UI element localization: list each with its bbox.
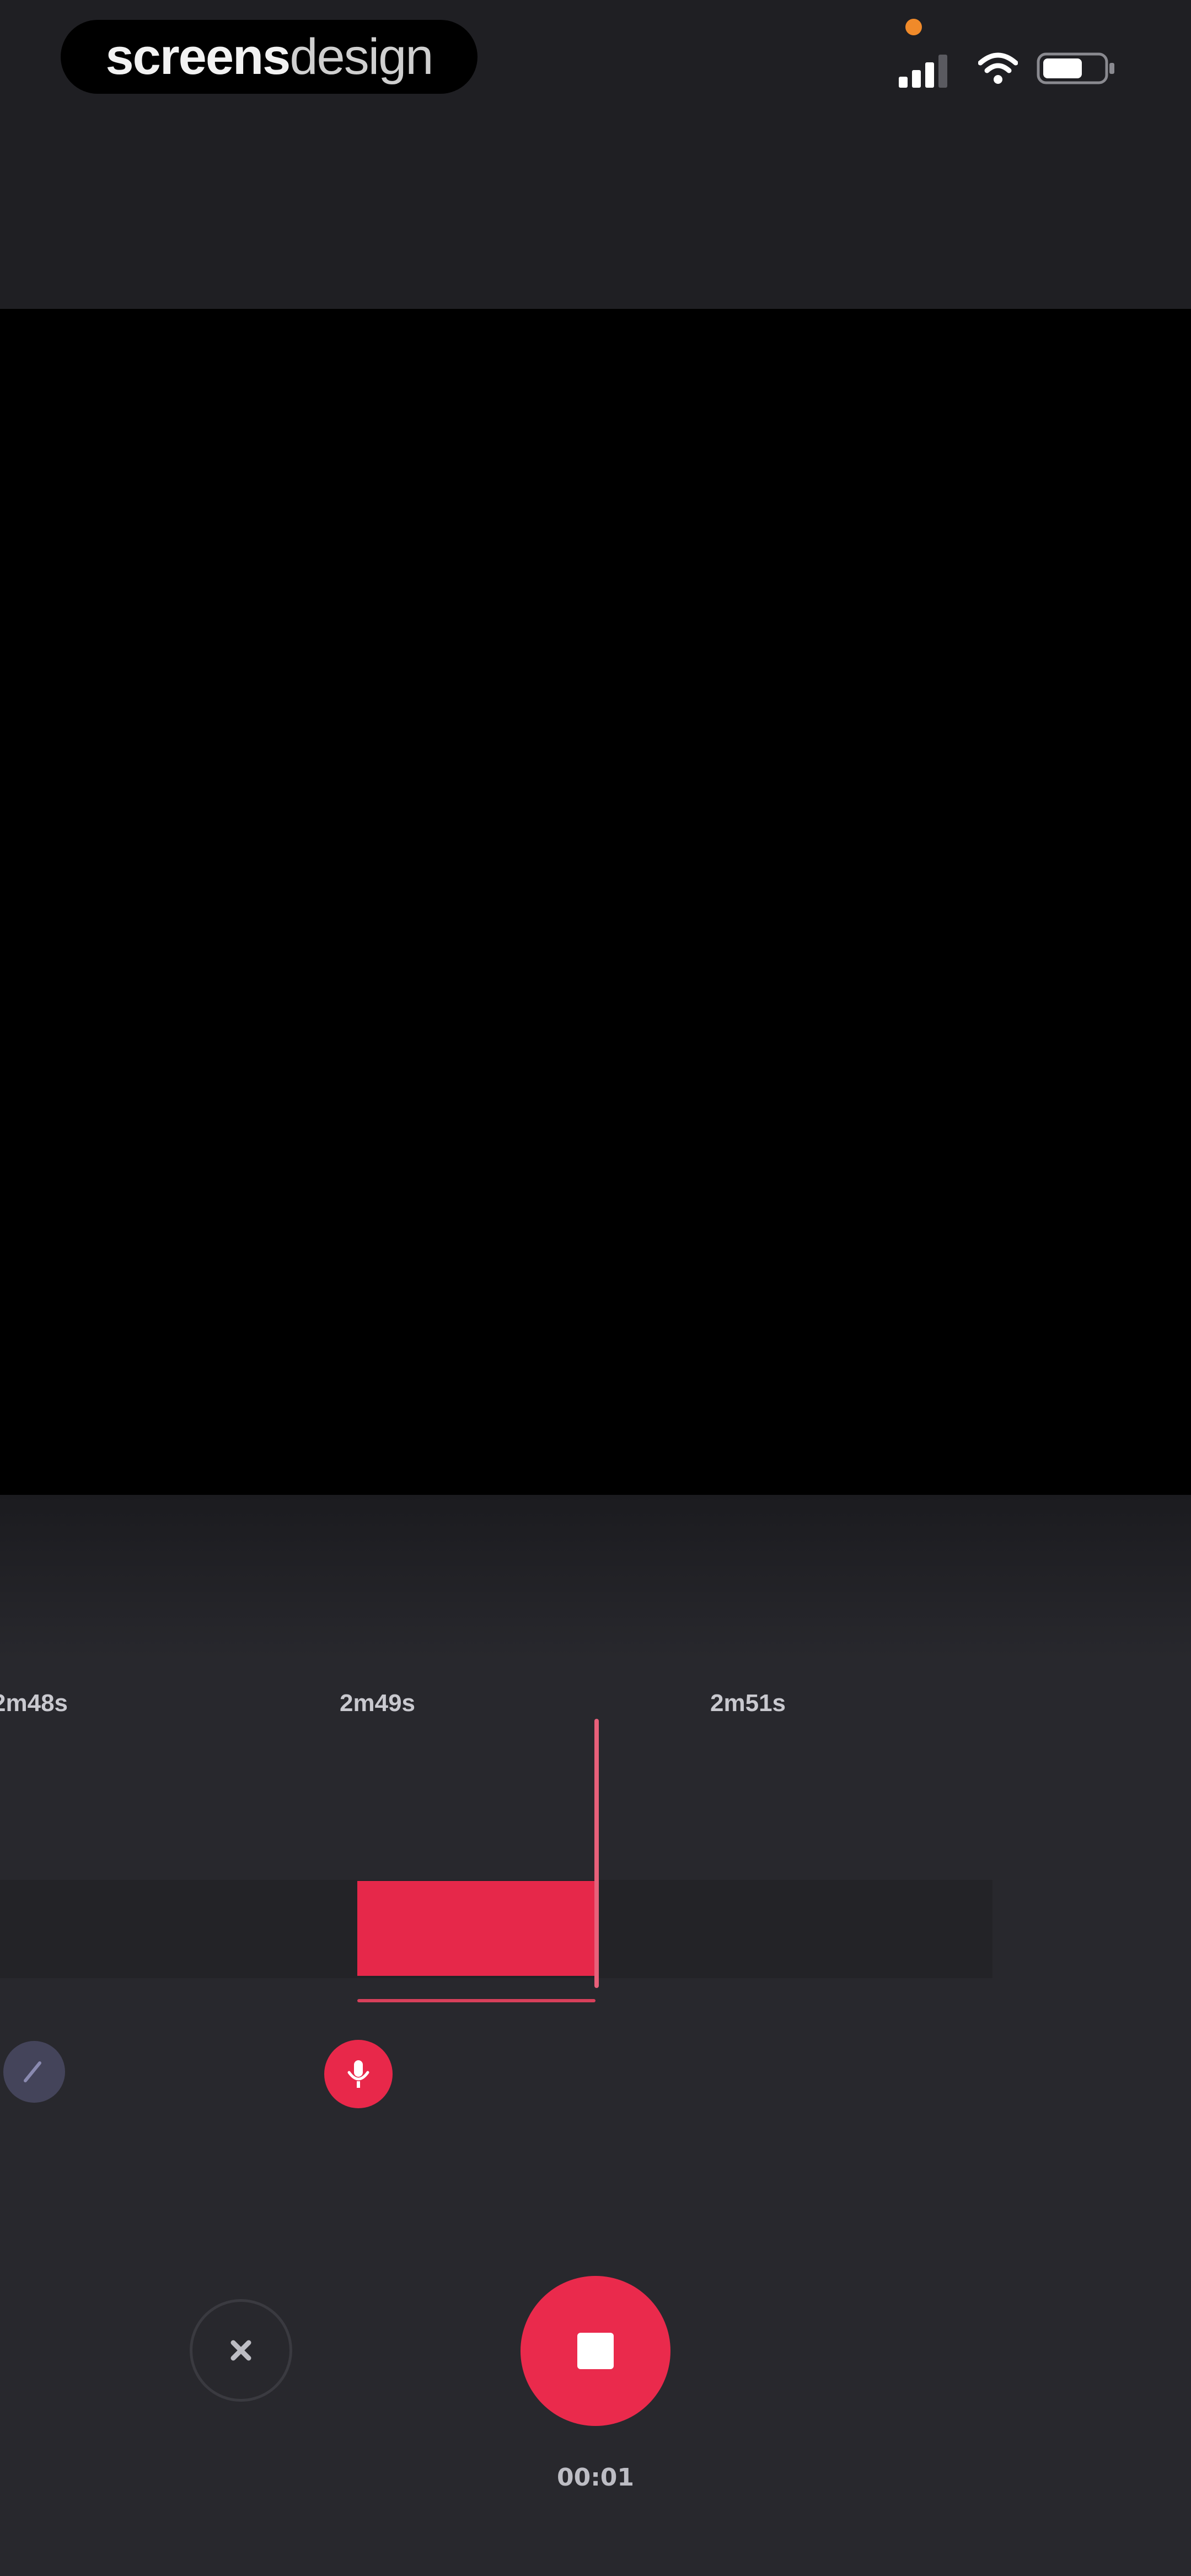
microphone-icon <box>347 2060 369 2088</box>
recording-timer: 00:01 <box>556 2463 635 2492</box>
battery-icon <box>1037 52 1114 84</box>
recording-screen: screensdesign 2m48s 2m49s 2m51s <box>0 0 1191 2576</box>
edit-marker[interactable] <box>3 2041 65 2103</box>
audio-marker[interactable] <box>324 2040 393 2108</box>
recorded-segment[interactable] <box>357 1881 598 1976</box>
cellular-signal-icon <box>899 55 947 88</box>
timeline-label: 2m48s <box>0 1690 68 1717</box>
stop-recording-button[interactable] <box>521 2276 670 2426</box>
status-bar: screens design <box>0 0 1191 309</box>
pencil-icon <box>24 2061 41 2082</box>
brand-watermark: screens design <box>61 20 478 94</box>
brand-text-bold: screens <box>105 28 291 85</box>
close-icon <box>230 2340 251 2361</box>
cancel-recording-button[interactable] <box>190 2299 292 2402</box>
recording-indicator-dot <box>905 19 922 35</box>
segment-range-indicator <box>357 1999 596 2002</box>
wifi-icon <box>978 52 1018 84</box>
stop-icon <box>577 2333 614 2369</box>
timeline-label: 2m51s <box>710 1690 786 1717</box>
playhead[interactable] <box>594 1719 599 1988</box>
timeline-label: 2m49s <box>340 1690 416 1717</box>
brand-text-light: design <box>289 28 433 85</box>
camera-preview <box>0 309 1191 1495</box>
